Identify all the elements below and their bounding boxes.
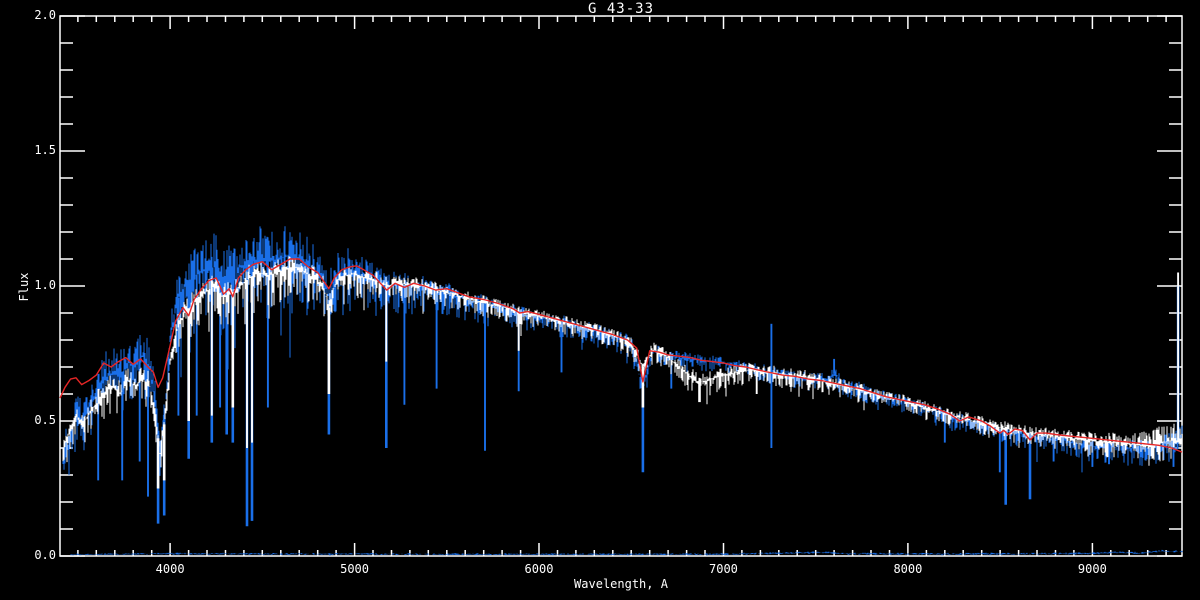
x-tick-label: 9000	[1077, 562, 1107, 576]
y-tick-label: 0.5	[34, 413, 56, 427]
x-tick-label: 6000	[524, 562, 554, 576]
y-tick-label: 1.0	[34, 278, 56, 292]
spectrum-chart-window: G_43-33 Wavelength, A Flux 4000 5000 6000 7…	[0, 0, 1200, 600]
x-tick-label: 7000	[709, 562, 738, 576]
chart-title: G_43-33	[587, 1, 655, 17]
x-tick-label: 4000	[155, 562, 185, 576]
y-tick-label: 1.5	[34, 143, 56, 157]
y-tick-label: 2.0	[34, 8, 56, 22]
x-tick-label: 5000	[340, 562, 370, 576]
x-tick-label: 8000	[893, 562, 923, 576]
plot-canvas	[0, 0, 1200, 600]
y-tick-label: 0.0	[34, 548, 56, 562]
x-axis-label: Wavelength, A	[574, 577, 668, 591]
